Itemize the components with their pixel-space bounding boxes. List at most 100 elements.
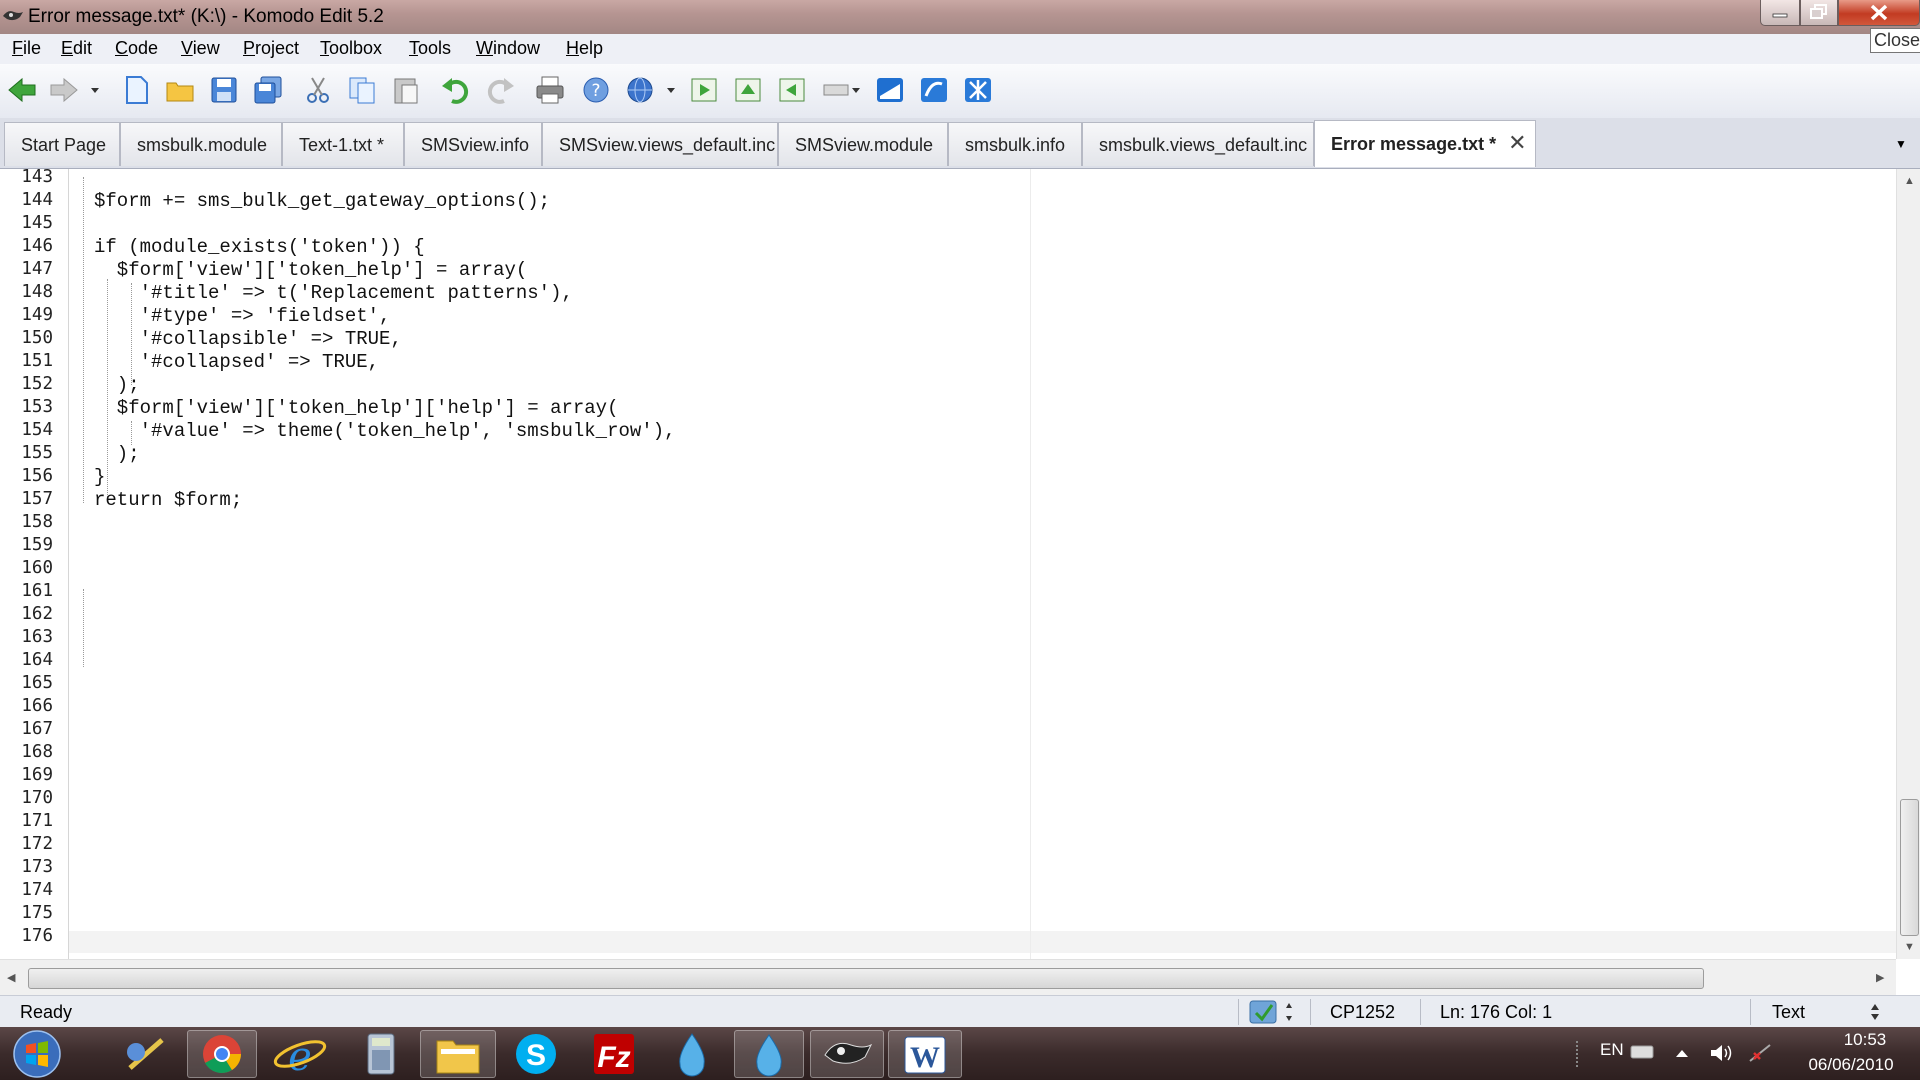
- menu-help[interactable]: Help: [566, 38, 603, 59]
- code-editor[interactable]: 143 144 145 146 147 148 149 150 151 152 …: [0, 169, 1896, 959]
- explorer-taskbar-button[interactable]: [420, 1030, 496, 1078]
- scroll-left-icon[interactable]: ◀: [7, 971, 15, 984]
- undo-icon[interactable]: [440, 74, 472, 106]
- code-line: return $form;: [94, 489, 243, 511]
- scroll-up-icon[interactable]: ▲: [1904, 175, 1915, 187]
- keyboard-icon[interactable]: [1630, 1043, 1654, 1061]
- vertical-scroll-thumb[interactable]: [1900, 799, 1919, 936]
- menu-tools[interactable]: Tools: [409, 38, 451, 59]
- komodo-icon: [824, 1042, 873, 1064]
- save-all-icon[interactable]: [252, 74, 284, 106]
- komodo-taskbar-button[interactable]: [810, 1030, 884, 1078]
- forward-icon[interactable]: [48, 74, 80, 106]
- code-line: if (module_exists('token')) {: [94, 236, 425, 258]
- close-window-button[interactable]: [1838, 0, 1920, 26]
- syntax-check-icon[interactable]: [1248, 999, 1300, 1025]
- menu-view[interactable]: View: [181, 38, 220, 59]
- line-number: 163: [21, 627, 53, 647]
- open-folder-icon[interactable]: [164, 74, 196, 106]
- menu-bar: File Edit Code View Project Toolbox Tool…: [0, 34, 1920, 64]
- folder-icon: [436, 1040, 480, 1074]
- skype-icon[interactable]: S: [504, 1030, 568, 1078]
- start-button[interactable]: [10, 1028, 64, 1080]
- run-icon[interactable]: [688, 74, 720, 106]
- menu-toolbox[interactable]: Toolbox: [320, 38, 382, 59]
- encoding-indicator[interactable]: CP1252: [1330, 1002, 1395, 1023]
- horizontal-scrollbar[interactable]: ◀ ▶: [0, 959, 1896, 996]
- clock-date[interactable]: 06/06/2010: [1786, 1055, 1916, 1075]
- language-indicator[interactable]: EN: [1600, 1040, 1624, 1060]
- minimize-button[interactable]: [1760, 0, 1800, 26]
- tab-list-dropdown-button[interactable]: ▼: [1884, 124, 1918, 164]
- save-icon[interactable]: [208, 74, 240, 106]
- show-hidden-icons-icon[interactable]: [1674, 1047, 1690, 1059]
- help-icon[interactable]: ?: [580, 74, 612, 106]
- drupal-drop-icon[interactable]: [660, 1030, 724, 1078]
- tab-error-message[interactable]: Error message.txt * ✕: [1314, 120, 1536, 167]
- history-dropdown-icon[interactable]: [88, 74, 102, 106]
- view-options-icon[interactable]: [822, 74, 862, 106]
- tab-start-page[interactable]: Start Page: [4, 122, 120, 166]
- connection-manager-icon[interactable]: [116, 1030, 176, 1078]
- chrome-taskbar-button[interactable]: [187, 1030, 257, 1078]
- menu-file[interactable]: File: [12, 38, 41, 59]
- line-number: 176: [21, 926, 53, 946]
- calculator-icon[interactable]: [348, 1030, 412, 1078]
- vertical-scrollbar[interactable]: ▲ ▼: [1896, 169, 1920, 959]
- tab-smsbulk-module[interactable]: smsbulk.module: [120, 122, 282, 166]
- line-number: 151: [21, 351, 53, 371]
- cursor-position: Ln: 176 Col: 1: [1440, 1002, 1553, 1022]
- window-title: Error message.txt* (K:\) - Komodo Edit 5…: [28, 6, 384, 27]
- new-file-icon[interactable]: [120, 74, 152, 106]
- redo-icon[interactable]: [484, 74, 516, 106]
- drupal-taskbar-button[interactable]: [734, 1030, 804, 1078]
- bottom-pane-icon[interactable]: [874, 74, 906, 106]
- browser-preview-icon[interactable]: [624, 74, 656, 106]
- menu-window[interactable]: Window: [476, 38, 540, 59]
- paste-icon[interactable]: [390, 74, 422, 106]
- line-number: 145: [21, 213, 53, 233]
- language-selector[interactable]: Text: [1772, 1002, 1805, 1023]
- tab-smsview-info[interactable]: SMSview.info: [404, 122, 542, 166]
- menu-project[interactable]: Project: [243, 38, 299, 59]
- rx-toolkit-icon[interactable]: [918, 74, 950, 106]
- tab-smsbulk-views-default[interactable]: smsbulk.views_default.inc: [1082, 122, 1314, 166]
- network-disconnected-icon[interactable]: [1746, 1041, 1774, 1065]
- toolbox-icon[interactable]: [732, 74, 764, 106]
- tab-smsview-views-default[interactable]: SMSview.views_default.inc: [542, 122, 778, 166]
- word-taskbar-button[interactable]: W: [888, 1030, 962, 1078]
- filezilla-icon[interactable]: Fz: [582, 1030, 646, 1078]
- sidebar-icon[interactable]: [776, 74, 808, 106]
- back-icon[interactable]: [6, 74, 38, 106]
- scroll-right-icon[interactable]: ▶: [1876, 971, 1884, 984]
- komodo-app-icon: [3, 11, 23, 21]
- cut-icon[interactable]: [302, 74, 334, 106]
- tab-label: smsbulk.views_default.inc: [1099, 135, 1308, 155]
- tab-smsview-module[interactable]: SMSview.module: [778, 122, 948, 166]
- menu-code[interactable]: Code: [115, 38, 158, 59]
- tab-label: Error message.txt *: [1331, 134, 1497, 154]
- divider: [1750, 999, 1751, 1025]
- horizontal-scroll-thumb[interactable]: [28, 968, 1704, 989]
- line-number: 164: [21, 650, 53, 670]
- restore-button[interactable]: [1800, 0, 1838, 26]
- clock-time[interactable]: 10:53: [1820, 1030, 1910, 1050]
- copy-icon[interactable]: [346, 74, 378, 106]
- scroll-down-icon[interactable]: ▼: [1904, 941, 1915, 953]
- tab-text-1[interactable]: Text-1.txt *: [282, 122, 404, 166]
- indent-guide: [83, 589, 84, 667]
- spinner-arrows-icon[interactable]: [1868, 1001, 1882, 1023]
- close-tab-icon[interactable]: ✕: [1508, 130, 1526, 155]
- network-icon[interactable]: [962, 74, 994, 106]
- line-number: 166: [21, 696, 53, 716]
- volume-icon[interactable]: [1708, 1041, 1734, 1065]
- chevron-down-icon: ▼: [1895, 137, 1907, 151]
- menu-edit[interactable]: Edit: [61, 38, 92, 59]
- line-number: 154: [21, 420, 53, 440]
- tab-label: SMSview.views_default.inc: [559, 135, 776, 155]
- browser-dropdown-icon[interactable]: [664, 74, 678, 106]
- internet-explorer-icon[interactable]: e: [268, 1030, 332, 1078]
- tab-smsbulk-info[interactable]: smsbulk.info: [948, 122, 1082, 166]
- print-icon[interactable]: [534, 74, 566, 106]
- code-line: $form += sms_bulk_get_gateway_options();: [94, 190, 551, 212]
